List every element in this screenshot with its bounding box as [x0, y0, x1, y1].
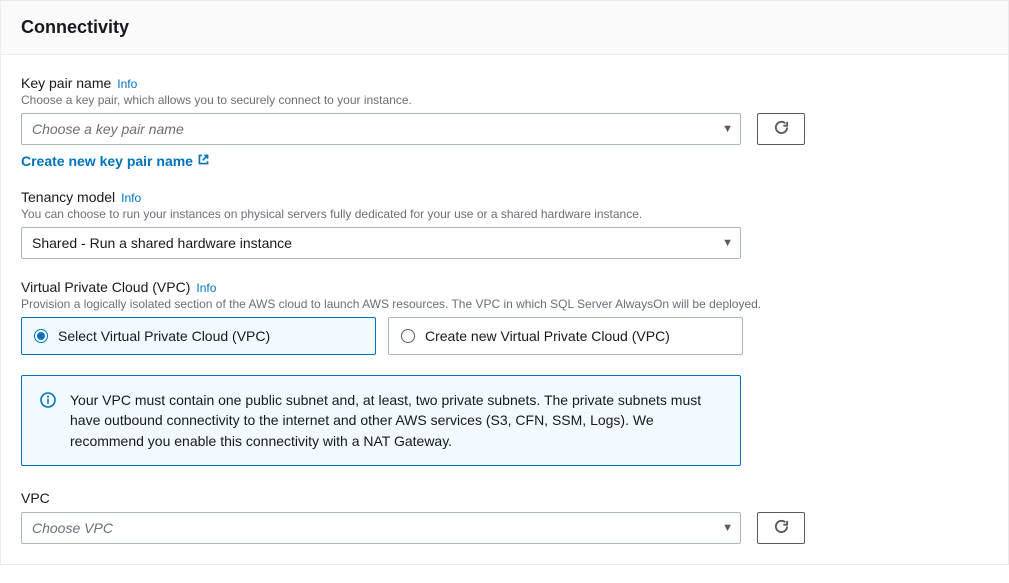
vpc-select-label: VPC: [21, 490, 50, 506]
tenancy-label: Tenancy model: [21, 189, 115, 205]
vpc-tile-select-existing-label: Select Virtual Private Cloud (VPC): [58, 328, 270, 344]
tenancy-field: Tenancy model Info You can choose to run…: [21, 189, 988, 259]
tenancy-select[interactable]: Shared - Run a shared hardware instance: [21, 227, 741, 259]
vpc-select-placeholder: Choose VPC: [32, 520, 113, 536]
keypair-refresh-button[interactable]: [757, 113, 805, 145]
radio-selected-icon: [34, 329, 48, 343]
refresh-icon: [774, 120, 789, 138]
vpc-tile-create-new[interactable]: Create new Virtual Private Cloud (VPC): [388, 317, 743, 355]
keypair-label: Key pair name: [21, 75, 111, 91]
vpc-refresh-button[interactable]: [757, 512, 805, 544]
refresh-icon: [774, 519, 789, 537]
create-keypair-link[interactable]: Create new key pair name: [21, 153, 210, 169]
info-icon: [40, 390, 56, 451]
panel-title: Connectivity: [21, 17, 988, 38]
keypair-field: Key pair name Info Choose a key pair, wh…: [21, 75, 988, 169]
keypair-info-link[interactable]: Info: [117, 77, 137, 91]
panel-header: Connectivity: [1, 1, 1008, 55]
vpc-section: Virtual Private Cloud (VPC) Info Provisi…: [21, 279, 988, 355]
keypair-select-placeholder: Choose a key pair name: [32, 121, 184, 137]
tenancy-info-link[interactable]: Info: [121, 191, 141, 205]
vpc-info-link[interactable]: Info: [196, 281, 216, 295]
keypair-select[interactable]: Choose a key pair name: [21, 113, 741, 145]
vpc-select[interactable]: Choose VPC: [21, 512, 741, 544]
external-link-icon: [197, 153, 210, 169]
vpc-select-field: VPC Choose VPC ▼: [21, 490, 988, 544]
vpc-desc: Provision a logically isolated section o…: [21, 297, 988, 311]
vpc-tile-create-new-label: Create new Virtual Private Cloud (VPC): [425, 328, 670, 344]
tenancy-select-value: Shared - Run a shared hardware instance: [32, 235, 292, 251]
vpc-tile-select-existing[interactable]: Select Virtual Private Cloud (VPC): [21, 317, 376, 355]
vpc-info-alert: Your VPC must contain one public subnet …: [21, 375, 741, 466]
connectivity-panel: Connectivity Key pair name Info Choose a…: [0, 0, 1009, 565]
vpc-info-alert-text: Your VPC must contain one public subnet …: [70, 390, 722, 451]
panel-body: Key pair name Info Choose a key pair, wh…: [1, 55, 1008, 564]
keypair-desc: Choose a key pair, which allows you to s…: [21, 93, 988, 107]
radio-unselected-icon: [401, 329, 415, 343]
tenancy-desc: You can choose to run your instances on …: [21, 207, 988, 221]
vpc-label: Virtual Private Cloud (VPC): [21, 279, 190, 295]
create-keypair-link-text: Create new key pair name: [21, 153, 193, 169]
